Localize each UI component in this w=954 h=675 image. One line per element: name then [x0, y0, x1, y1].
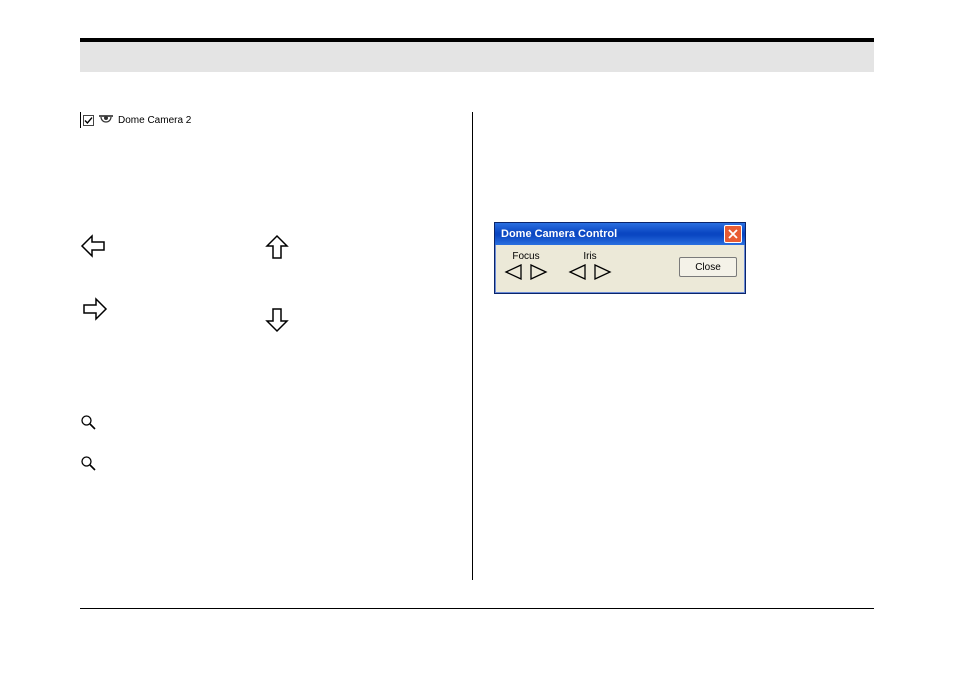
iris-label: Iris: [583, 251, 596, 262]
arrow-right-icon: [80, 297, 110, 324]
focus-near-icon[interactable]: [503, 264, 525, 283]
arrow-up-icon: [265, 234, 295, 265]
iris-close-icon[interactable]: [567, 264, 589, 283]
footer-rule: [80, 608, 874, 609]
dome-camera-control-dialog: Dome Camera Control Focus: [494, 222, 746, 294]
camera-tree-item[interactable]: Dome Camera 2: [80, 112, 191, 128]
column-separator: [472, 112, 473, 580]
arrow-left-icon: [80, 234, 110, 261]
focus-group: Focus: [503, 251, 549, 283]
zoom-in-icon: [80, 414, 98, 433]
close-button[interactable]: Close: [679, 257, 737, 277]
zoom-in-row: [80, 414, 470, 433]
dialog-title: Dome Camera Control: [501, 228, 724, 240]
zoom-out-row: [80, 455, 470, 474]
arrow-down-icon: [265, 305, 295, 336]
dialog-titlebar[interactable]: Dome Camera Control: [495, 223, 745, 245]
focus-label: Focus: [512, 251, 539, 262]
iris-open-icon[interactable]: [591, 264, 613, 283]
tilt-up-row: [265, 234, 295, 265]
iris-group: Iris: [567, 251, 613, 283]
focus-far-icon[interactable]: [527, 264, 549, 283]
zoom-out-icon: [80, 455, 98, 474]
close-icon[interactable]: [724, 225, 742, 243]
dialog-body: Focus Iris: [495, 245, 745, 293]
header-band: [80, 42, 874, 72]
checkbox-icon[interactable]: [83, 115, 94, 126]
camera-label: Dome Camera 2: [118, 115, 191, 126]
dome-camera-icon: [98, 113, 114, 128]
left-column: Dome Camera 2: [80, 112, 470, 480]
tilt-down-row: [265, 305, 295, 336]
